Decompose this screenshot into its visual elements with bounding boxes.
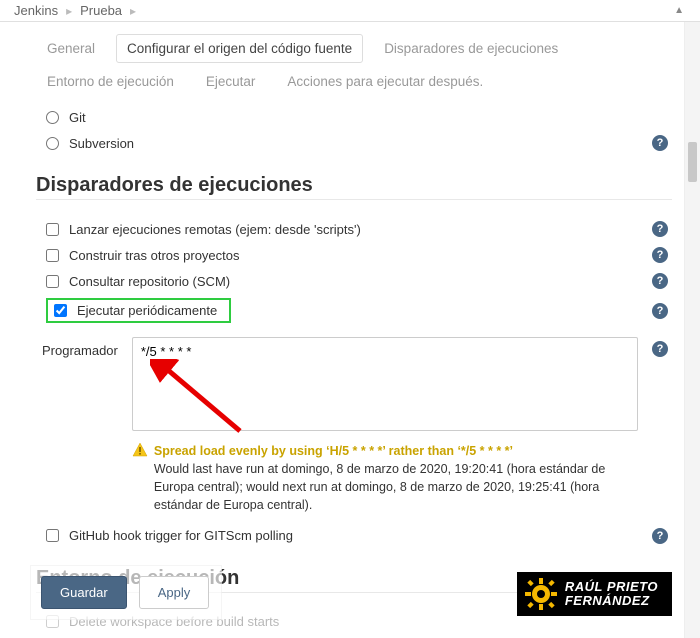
- warning-body: Would last have run at domingo, 8 de mar…: [154, 462, 605, 512]
- save-button[interactable]: Guardar: [41, 576, 127, 609]
- scm-git-label: Git: [69, 110, 672, 125]
- trigger-poll-label: Consultar repositorio (SCM): [69, 274, 652, 289]
- tab-general[interactable]: General: [36, 34, 106, 63]
- trigger-after-row[interactable]: Construir tras otros proyectos ?: [36, 242, 672, 268]
- footer-actions: Guardar Apply: [30, 565, 222, 620]
- tab-environment[interactable]: Entorno de ejecución: [36, 67, 185, 96]
- scm-svn-label: Subversion: [69, 136, 652, 151]
- trigger-github-label: GitHub hook trigger for GITScm polling: [69, 528, 652, 543]
- tab-triggers[interactable]: Disparadores de ejecuciones: [373, 34, 569, 63]
- help-icon[interactable]: ?: [652, 341, 668, 357]
- help-icon[interactable]: ?: [652, 273, 668, 289]
- breadcrumb-root[interactable]: Jenkins: [10, 3, 62, 18]
- trigger-remote-row[interactable]: Lanzar ejecuciones remotas (ejem: desde …: [36, 216, 672, 242]
- trigger-remote-checkbox[interactable]: [46, 223, 59, 236]
- scm-svn-row[interactable]: Subversion ?: [36, 130, 672, 156]
- schedule-label: Programador: [42, 337, 118, 358]
- trigger-poll-checkbox[interactable]: [46, 275, 59, 288]
- scrollbar-thumb[interactable]: [688, 142, 697, 182]
- trigger-after-checkbox[interactable]: [46, 249, 59, 262]
- gear-icon: [525, 578, 557, 610]
- help-icon[interactable]: ?: [652, 221, 668, 237]
- chevron-right-icon: ▸: [62, 4, 76, 18]
- tab-post-actions[interactable]: Acciones para ejecutar después.: [276, 67, 494, 96]
- section-triggers-title: Disparadores de ejecuciones: [36, 174, 672, 200]
- trigger-periodic-checkbox[interactable]: [54, 304, 67, 317]
- scm-svn-radio[interactable]: [46, 137, 59, 150]
- scm-git-radio[interactable]: [46, 111, 59, 124]
- trigger-periodic-label: Ejecutar periódicamente: [77, 303, 223, 318]
- author-logo: RAÚL PRIETO FERNÁNDEZ: [517, 572, 672, 616]
- periodic-highlight: Ejecutar periódicamente: [46, 298, 231, 323]
- trigger-github-checkbox[interactable]: [46, 529, 59, 542]
- logo-line1: RAÚL PRIETO: [565, 580, 658, 594]
- help-icon[interactable]: ?: [652, 528, 668, 544]
- trigger-remote-label: Lanzar ejecuciones remotas (ejem: desde …: [69, 222, 652, 237]
- schedule-textarea[interactable]: [132, 337, 638, 431]
- breadcrumb: Jenkins ▸ Prueba ▸ ▲: [0, 0, 700, 22]
- help-icon[interactable]: ?: [652, 303, 668, 319]
- help-icon[interactable]: ?: [652, 247, 668, 263]
- warning-icon: [132, 442, 148, 458]
- chevron-right-icon: ▸: [126, 4, 140, 18]
- trigger-github-row[interactable]: GitHub hook trigger for GITScm polling ?: [36, 523, 672, 549]
- trigger-periodic-row[interactable]: Ejecutar periódicamente ?: [36, 294, 672, 327]
- scm-git-row[interactable]: Git: [36, 104, 672, 130]
- scroll-top-icon[interactable]: ▲: [670, 5, 690, 16]
- apply-button[interactable]: Apply: [139, 576, 210, 609]
- tab-execute[interactable]: Ejecutar: [195, 67, 267, 96]
- breadcrumb-item[interactable]: Prueba: [76, 3, 126, 18]
- tab-source[interactable]: Configurar el origen del código fuente: [116, 34, 363, 63]
- warning-bold: Spread load evenly by using ‘H/5 * * * *…: [154, 444, 513, 458]
- help-icon[interactable]: ?: [652, 135, 668, 151]
- schedule-warning: Spread load evenly by using ‘H/5 * * * *…: [132, 442, 638, 515]
- logo-line2: FERNÁNDEZ: [565, 594, 658, 608]
- trigger-after-label: Construir tras otros proyectos: [69, 248, 652, 263]
- config-tabs: General Configurar el origen del código …: [36, 22, 672, 104]
- trigger-poll-row[interactable]: Consultar repositorio (SCM) ?: [36, 268, 672, 294]
- vertical-scrollbar[interactable]: [684, 22, 700, 638]
- schedule-block: Programador: [42, 337, 672, 515]
